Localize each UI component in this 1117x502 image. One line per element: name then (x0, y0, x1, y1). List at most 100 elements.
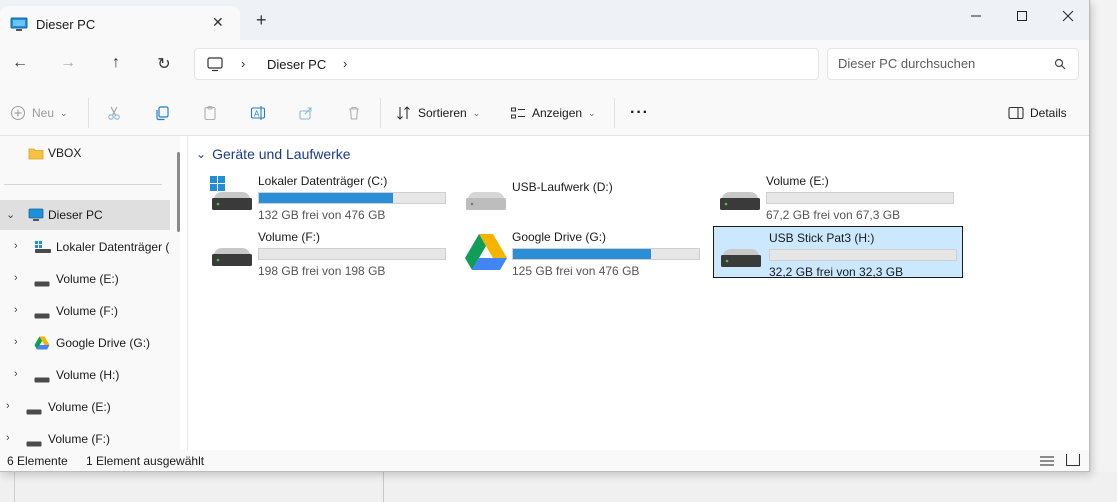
search-box[interactable] (827, 48, 1079, 80)
group-title: Geräte und Laufwerke (212, 146, 351, 162)
breadcrumb-chevron-icon[interactable]: › (241, 56, 245, 71)
chevron-down-icon[interactable]: ⌄ (6, 208, 15, 221)
sidebar-item-label: Lokaler Datenträger (C (56, 240, 170, 254)
share-button[interactable] (298, 104, 314, 122)
refresh-icon[interactable]: ↻ (154, 54, 174, 74)
trash-icon (349, 106, 359, 120)
sidebar-item-volume-e-2[interactable]: › Volume (E:) (0, 392, 170, 422)
free-space: 32,2 GB frei von 32,3 GB (769, 265, 904, 279)
divider (380, 98, 381, 128)
chevron-right-icon[interactable]: › (6, 400, 10, 412)
drive-icon (719, 233, 763, 274)
details-button[interactable]: Details (1008, 104, 1067, 122)
drive-icon (34, 372, 50, 386)
sidebar-item-volume-e[interactable]: › Volume (E:) (0, 264, 170, 294)
search-input[interactable] (838, 56, 1038, 71)
item-count: 6 Elemente (7, 454, 68, 468)
drive-icon (34, 276, 50, 290)
sidebar-item-volume-f[interactable]: › Volume (F:) (0, 296, 170, 326)
tab-close-icon[interactable]: ✕ (212, 14, 224, 31)
maximize-icon[interactable] (1012, 8, 1032, 24)
tiles-view-icon[interactable] (1065, 454, 1081, 469)
background-divider (14, 472, 15, 502)
sidebar-item-label: Volume (E:) (48, 400, 111, 414)
computer-icon (28, 208, 44, 225)
drive-name: USB Stick Pat3 (H:) (769, 231, 875, 245)
command-bar: Neu ⌄ A Sortieren ⌄ Anzeigen ⌄ ··· Detai… (0, 88, 1089, 136)
file-explorer-window: Dieser PC ✕ + ← → ↑ ↻ › Dieser PC › Dies… (0, 0, 1090, 472)
sidebar-divider (4, 184, 162, 185)
selection-count: 1 Element ausgewählt (86, 454, 205, 468)
view-list-icon (511, 107, 525, 119)
drive-tile-d[interactable]: USB-Laufwerk (D:) (456, 168, 706, 220)
chevron-right-icon[interactable]: › (14, 304, 18, 316)
new-button[interactable]: Neu ⌄ (10, 104, 68, 122)
details-pane-icon (1008, 106, 1024, 120)
free-space: 132 GB frei von 476 GB (258, 208, 386, 222)
drive-tile-h[interactable]: USB Stick Pat3 (H:) 32,2 GB frei von 32,… (713, 226, 963, 279)
chevron-right-icon[interactable]: › (14, 272, 18, 284)
forward-arrow-icon[interactable]: → (58, 54, 78, 74)
drive-tile-g[interactable]: Google Drive (G:) 125 GB frei von 476 GB (456, 224, 706, 278)
status-bar: 6 Elemente 1 Element ausgewählt (0, 450, 1089, 471)
sidebar-item-google-drive-g[interactable]: › Google Drive (G:) (0, 328, 170, 358)
computer-outline-icon (207, 57, 223, 75)
chevron-down-icon: ⌄ (196, 147, 207, 161)
more-options-button[interactable]: ··· (630, 104, 649, 122)
drive-name: USB-Laufwerk (D:) (512, 180, 613, 194)
content-pane: ⌄ Geräte und Laufwerke Lokaler Datenträg… (188, 136, 1089, 450)
drive-name: Google Drive (G:) (512, 230, 607, 244)
close-icon[interactable] (1058, 8, 1078, 24)
sidebar-item-label: Dieser PC (48, 208, 103, 222)
chevron-right-icon[interactable]: › (14, 240, 18, 252)
divider (88, 98, 89, 128)
drive-icon (210, 232, 254, 273)
new-tab-icon[interactable]: + (256, 11, 267, 29)
share-icon (299, 107, 312, 120)
capacity-bar (512, 248, 700, 260)
sort-icon (397, 106, 410, 120)
drive-tile-c[interactable]: Lokaler Datenträger (C:) 132 GB frei von… (202, 168, 452, 222)
new-button-label: Neu (32, 106, 55, 120)
sidebar-item-label: Volume (F:) (56, 304, 119, 318)
minimize-icon[interactable] (966, 8, 986, 24)
drive-icon (464, 176, 508, 217)
free-space: 125 GB frei von 476 GB (512, 264, 640, 278)
tab-dieser-pc[interactable]: Dieser PC ✕ (0, 6, 240, 40)
sidebar-item-volume-h[interactable]: › Volume (H:) (0, 360, 170, 390)
cut-button[interactable] (106, 104, 122, 122)
tab-title: Dieser PC (36, 17, 96, 32)
sidebar-item-dieser-pc[interactable]: ⌄ Dieser PC (0, 200, 170, 230)
drive-icon (34, 308, 50, 322)
search-icon[interactable] (1054, 58, 1066, 73)
paste-button[interactable] (202, 104, 218, 122)
free-space: 198 GB frei von 198 GB (258, 264, 386, 278)
rename-button[interactable]: A (250, 104, 266, 122)
drive-tile-e[interactable]: Volume (E:) 67,2 GB frei von 67,3 GB (710, 168, 960, 222)
sidebar-item-vbox[interactable]: VBOX (0, 138, 170, 168)
sidebar-item-local-disk-c[interactable]: › Lokaler Datenträger (C (0, 232, 170, 262)
drive-icon (26, 404, 42, 418)
sidebar-item-label: VBOX (48, 146, 82, 160)
clipboard-icon (204, 105, 216, 121)
chevron-right-icon[interactable]: › (6, 432, 10, 444)
back-arrow-icon[interactable]: ← (10, 54, 30, 74)
drive-tile-f[interactable]: Volume (F:) 198 GB frei von 198 GB (202, 224, 452, 278)
breadcrumb-dieser-pc[interactable]: Dieser PC (267, 57, 326, 72)
drive-name: Volume (E:) (766, 174, 829, 188)
sidebar-scrollbar[interactable] (177, 152, 180, 232)
copy-button[interactable] (154, 104, 170, 122)
up-arrow-icon[interactable]: ↑ (106, 54, 126, 74)
breadcrumb-chevron-icon[interactable]: › (343, 56, 347, 71)
sort-button[interactable]: Sortieren ⌄ (396, 104, 480, 122)
chevron-right-icon[interactable]: › (14, 368, 18, 380)
address-bar[interactable]: › Dieser PC › (194, 48, 819, 80)
view-button[interactable]: Anzeigen ⌄ (510, 104, 596, 122)
windows-drive-icon (210, 176, 254, 217)
delete-button[interactable] (346, 104, 362, 122)
scissors-icon (108, 106, 120, 120)
details-view-icon[interactable] (1040, 455, 1054, 469)
chevron-right-icon[interactable]: › (14, 336, 18, 348)
group-header[interactable]: ⌄ Geräte und Laufwerke (196, 146, 351, 162)
view-button-label: Anzeigen (532, 106, 583, 120)
